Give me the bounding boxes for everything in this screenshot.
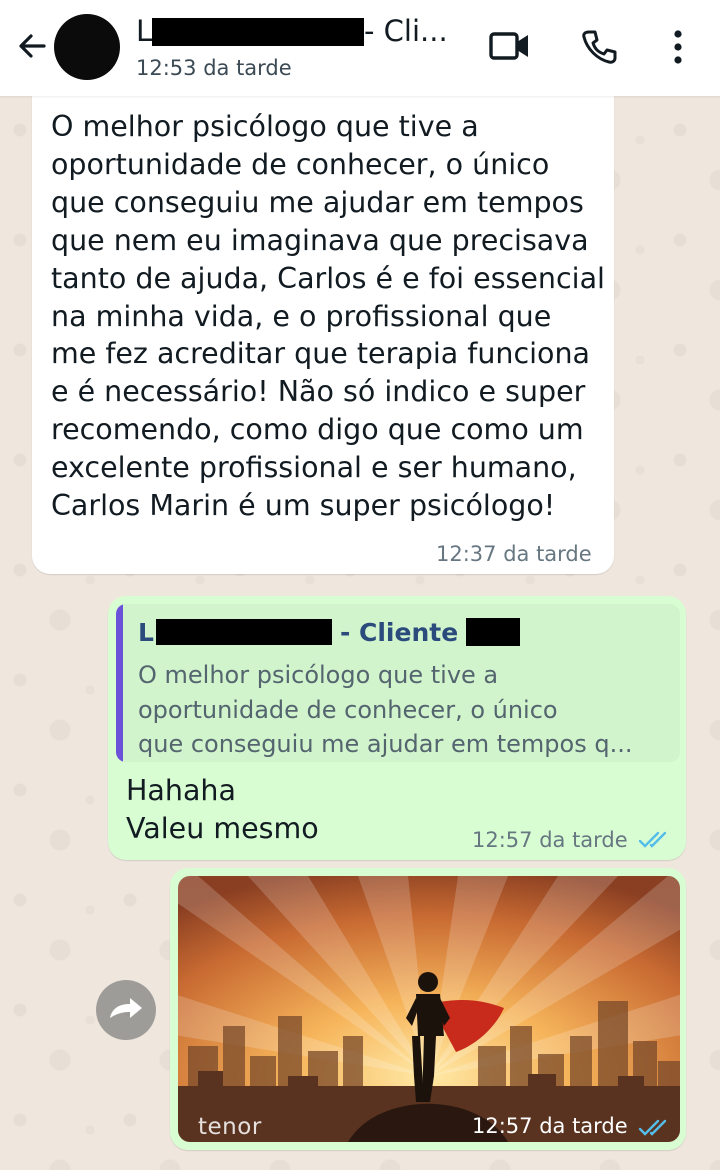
redaction-box — [152, 18, 364, 46]
back-arrow-icon[interactable] — [14, 28, 50, 64]
quote-author: L- Cliente — [138, 618, 521, 647]
redaction-box — [466, 618, 521, 646]
contact-name-prefix: L — [136, 14, 153, 48]
outgoing-reply-message[interactable]: L- Cliente O melhor psicólogo que tive a… — [108, 596, 686, 860]
message-time: 12:57 da tarde — [472, 1114, 628, 1138]
read-ticks-icon — [638, 1119, 667, 1136]
contact-name-suffix: - Cli... — [364, 14, 448, 48]
quote-accent-bar — [116, 604, 123, 762]
forward-icon[interactable] — [96, 980, 156, 1040]
message-time: 12:57 da tarde — [472, 828, 628, 852]
superhero-illustration — [178, 876, 680, 1142]
incoming-message[interactable]: O melhor psicólogo que tive a oportunida… — [32, 96, 614, 574]
phone-icon[interactable] — [580, 28, 618, 66]
gif-image[interactable]: tenor 12:57 da tarde — [178, 876, 680, 1142]
quoted-message[interactable]: L- Cliente O melhor psicólogo que tive a… — [116, 604, 680, 762]
quote-text: O melhor psicólogo que tive a oportunida… — [138, 661, 633, 758]
message-text: O melhor psicólogo que tive a oportunida… — [51, 110, 605, 523]
video-call-icon[interactable] — [488, 28, 532, 64]
contact-name[interactable]: L - Cli... — [136, 14, 466, 50]
redaction-box — [155, 619, 332, 645]
message-time: 12:37 da tarde — [436, 542, 592, 566]
avatar[interactable] — [54, 14, 120, 80]
chat-header: L - Cli... 12:53 da tarde — [0, 0, 720, 96]
outgoing-gif-message[interactable]: tenor 12:57 da tarde — [170, 868, 686, 1150]
tenor-watermark: tenor — [198, 1114, 262, 1140]
message-text: Hahaha Valeu mesmo — [126, 774, 319, 845]
last-seen: 12:53 da tarde — [136, 56, 292, 80]
read-ticks-icon — [638, 831, 667, 848]
more-vert-icon[interactable] — [670, 28, 686, 66]
